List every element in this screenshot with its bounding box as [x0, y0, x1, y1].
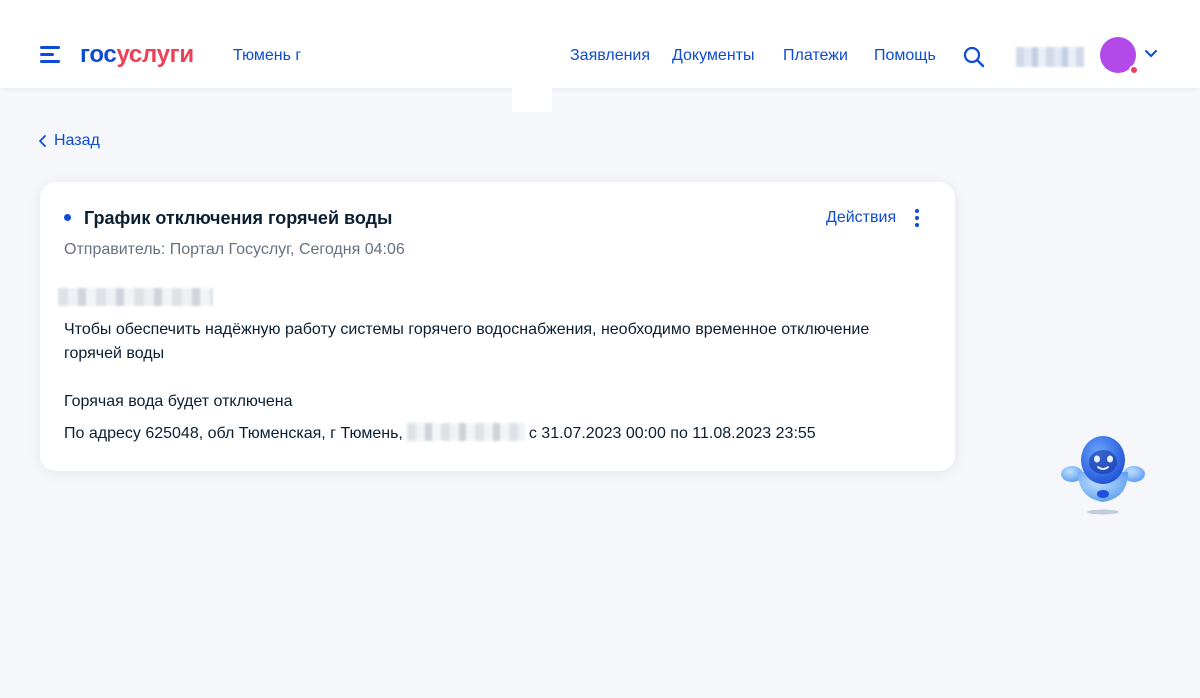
nav-payments[interactable]: Платежи — [783, 46, 848, 66]
notification-card: График отключения горячей воды Действия … — [40, 182, 955, 471]
redacted-street — [406, 423, 525, 441]
back-link[interactable]: Назад — [38, 131, 100, 151]
more-vertical-icon[interactable] — [913, 209, 921, 227]
logo-part-1: гос — [80, 41, 117, 68]
body-line-1: Чтобы обеспечить надёжную работу системы… — [64, 321, 870, 338]
nav-applications[interactable]: Заявления — [570, 46, 650, 66]
notification-sender: Отправитель: Портал Госуслуг, Сегодня 04… — [64, 241, 405, 258]
region-selector[interactable]: Тюмень г — [233, 46, 301, 66]
nav-help[interactable]: Помощь — [874, 46, 936, 66]
unread-dot — [64, 214, 71, 221]
gosuslugi-logo[interactable]: госуслуги — [80, 40, 194, 70]
search-icon[interactable] — [962, 45, 986, 69]
address-prefix: По адресу 625048, обл Тюменская, г Тюмен… — [64, 425, 403, 442]
top-header: госуслуги Тюмень г Заявления Документы П… — [0, 0, 1200, 88]
back-label: Назад — [54, 132, 100, 149]
chevron-left-icon — [39, 135, 46, 147]
redacted-greeting — [58, 288, 213, 306]
actions-button[interactable]: Действия — [826, 208, 896, 228]
nav-documents[interactable]: Документы — [672, 46, 754, 66]
chevron-down-icon[interactable] — [1144, 49, 1158, 59]
address-line: По адресу 625048, обл Тюменская, г Тюмен… — [64, 422, 816, 446]
assistant-robot-icon[interactable] — [1058, 432, 1148, 518]
notification-dot — [1129, 65, 1139, 75]
menu-icon[interactable] — [40, 46, 62, 64]
header-tab-notch — [512, 88, 552, 112]
user-name-redacted[interactable] — [1016, 47, 1084, 67]
logo-part-2: услуги — [116, 41, 194, 68]
notification-title: График отключения горячей воды — [84, 208, 393, 228]
address-dates: с 31.07.2023 00:00 по 11.08.2023 23:55 — [528, 425, 816, 442]
body-line-2: горячей воды — [64, 345, 165, 362]
body-line-3: Горячая вода будет отключена — [64, 393, 293, 410]
